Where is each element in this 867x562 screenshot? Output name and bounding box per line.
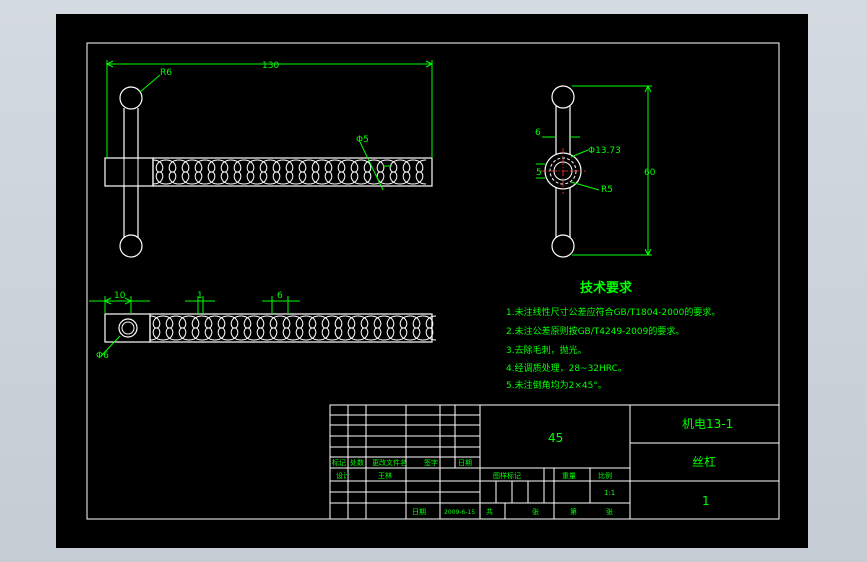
- thread-coil: [347, 159, 362, 185]
- thread-coil: [357, 315, 372, 341]
- top-thread-body: [152, 157, 433, 187]
- thread-coil: [422, 315, 437, 341]
- hdr-mark: 标记: [332, 458, 346, 467]
- thread-coil: [204, 159, 219, 185]
- thread-coil: [279, 315, 294, 341]
- thread-coil: [321, 159, 336, 185]
- thread-coil: [266, 315, 281, 341]
- thread-coil: [175, 315, 190, 341]
- tech-item-3: 3.去除毛刺，抛光。: [506, 344, 587, 356]
- date-value: 2009-6-15: [444, 509, 475, 516]
- tech-title: 技术要求: [580, 280, 633, 296]
- hdr-sign: 签字: [424, 458, 438, 467]
- thread-coil: [396, 315, 411, 341]
- dim-hole-dia: Φ6: [96, 351, 109, 361]
- thread-coil: [188, 315, 203, 341]
- hdr-scale: 比例: [598, 471, 612, 480]
- thread-coil: [409, 315, 424, 341]
- thread-coil: [412, 159, 427, 185]
- front-view: 10 1 6 Φ6: [89, 291, 437, 361]
- dim-ball-radius: R6: [160, 68, 172, 78]
- hdr-date2: 日期: [412, 508, 426, 516]
- tech-item-5: 5.未注倒角均为2×45°。: [506, 379, 607, 391]
- hdr-sheet-unit: 张: [532, 507, 539, 516]
- tech-item-2: 2.未注公差原则按GB/T4249-2009的要求。: [506, 325, 684, 337]
- quantity: 1: [702, 494, 710, 508]
- thread-coil: [256, 159, 271, 185]
- dim-front-pitch: 1: [197, 291, 203, 301]
- top-hub: [104, 157, 154, 187]
- project-name: 机电13-1: [682, 417, 733, 431]
- dim-overall-length: 130: [262, 61, 279, 71]
- technical-requirements: 技术要求 1.未注线性尺寸公差应符合GB/T1804-2000的要求。 2.未注…: [506, 280, 720, 391]
- hdr-doc: 更改文件名: [372, 458, 407, 467]
- sheet-frame: [86, 42, 780, 520]
- thread-coil: [178, 159, 193, 185]
- thread-coil: [383, 315, 398, 341]
- dim-side-radius: R5: [601, 185, 613, 195]
- thread-coil: [386, 159, 401, 185]
- dim-front-width: 6: [277, 291, 283, 301]
- designer-name: 王林: [378, 471, 392, 480]
- thread-coil: [373, 159, 388, 185]
- thread-coil: [295, 159, 310, 185]
- thread-coil: [318, 315, 333, 341]
- thread-coil: [243, 159, 258, 185]
- thread-coil: [217, 159, 232, 185]
- thread-coil: [214, 315, 229, 341]
- thread-coil: [240, 315, 255, 341]
- thread-coil: [227, 315, 242, 341]
- hdr-weight: 重量: [562, 472, 576, 480]
- dim-front-offset: 10: [114, 291, 126, 301]
- hdr-sheet-unit2: 张: [606, 507, 613, 516]
- hdr-stage-mark: 图样标记: [493, 471, 521, 480]
- thread-coil: [399, 159, 414, 185]
- top-ball-upper: [119, 86, 143, 110]
- tech-item-4: 4.经调质处理，28~32HRC。: [506, 362, 627, 374]
- thread-coil: [253, 315, 268, 341]
- thread-coil: [165, 159, 180, 185]
- thread-coil: [191, 159, 206, 185]
- thread-coil: [269, 159, 284, 185]
- dim-side-height: 5: [536, 168, 542, 178]
- thread-coil: [334, 159, 349, 185]
- side-view: 6 Φ13.73 5 R5 60: [535, 84, 656, 258]
- hdr-sheet-no: 第: [570, 507, 577, 516]
- thread-coil: [308, 159, 323, 185]
- top-ball-lower: [119, 234, 143, 258]
- dim-thread-dia: Φ5: [356, 135, 369, 145]
- thread-coil: [152, 159, 167, 185]
- material: 45: [548, 431, 563, 445]
- thread-coil: [282, 159, 297, 185]
- thread-coil: [292, 315, 307, 341]
- thread-coil: [201, 315, 216, 341]
- scale-value: 1:1: [604, 489, 615, 497]
- hdr-design: 设计: [336, 471, 350, 480]
- dim-side-width: 6: [535, 128, 541, 138]
- thread-coil: [230, 159, 245, 185]
- thread-coil: [305, 315, 320, 341]
- part-name: 丝杠: [692, 454, 716, 469]
- thread-coil: [162, 315, 177, 341]
- thread-coil: [360, 159, 375, 185]
- hdr-total: 共: [486, 507, 493, 516]
- dim-total-height: 60: [644, 168, 656, 178]
- thread-coil: [370, 315, 385, 341]
- hdr-date: 日期: [458, 459, 472, 467]
- hdr-count: 处数: [350, 458, 364, 467]
- thread-coil: [149, 315, 164, 341]
- dim-side-dia: Φ13.73: [588, 146, 621, 156]
- tech-item-1: 1.未注线性尺寸公差应符合GB/T1804-2000的要求。: [506, 306, 720, 318]
- title-block: 45 机电13-1 丝杠 1 标记 处数 更改文件名 签字 日期 设计 王林 日…: [329, 404, 780, 520]
- thread-coil: [331, 315, 346, 341]
- thread-coil: [344, 315, 359, 341]
- top-view: 130 R6 Φ5: [104, 60, 434, 258]
- cad-drawing: 130 R6 Φ5 6 Φ13.73 5 R5 60 10 1 6 Φ6 技术要…: [86, 42, 780, 520]
